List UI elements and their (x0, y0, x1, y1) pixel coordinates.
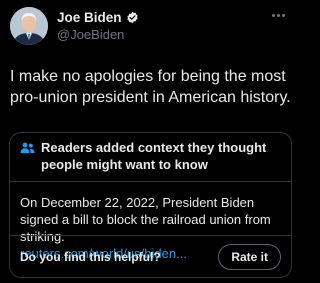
rate-it-button[interactable]: Rate it (218, 243, 281, 270)
verified-badge-icon (126, 11, 139, 24)
helpful-question: Do you find this helpful? (20, 249, 161, 264)
community-note-title: Readers added context they thought peopl… (41, 140, 267, 172)
avatar[interactable] (10, 7, 48, 45)
more-horizontal-icon[interactable] (272, 11, 288, 19)
portrait-avatar-icon (10, 7, 48, 45)
tweet: Joe Biden @JoeBiden I make no apologies … (0, 0, 300, 283)
tweet-text: I make no apologies for being the most p… (10, 68, 291, 106)
community-note-card: Readers added context they thought peopl… (9, 132, 292, 278)
author-handle[interactable]: @JoeBiden (57, 27, 124, 42)
people-icon (20, 141, 35, 153)
author-name[interactable]: Joe Biden (57, 10, 122, 25)
author-row: Joe Biden (57, 9, 139, 25)
community-note-footer: Do you find this helpful? Rate it (10, 235, 291, 277)
community-note-header: Readers added context they thought peopl… (10, 133, 291, 182)
